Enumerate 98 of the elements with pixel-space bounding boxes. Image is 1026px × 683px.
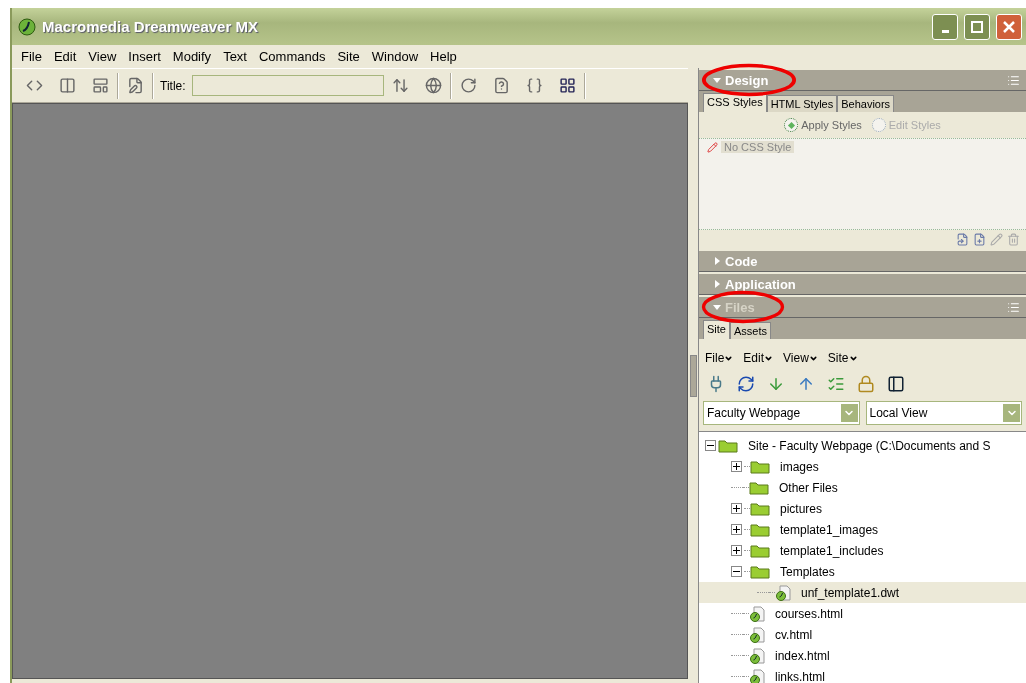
menu-item[interactable]: Window	[366, 49, 426, 64]
files-menu[interactable]: Edit	[743, 351, 774, 365]
expand-icon[interactable]	[731, 461, 742, 472]
tree-item[interactable]: unf_template1.dwt	[699, 582, 1026, 603]
expanded-arrow-icon[interactable]	[713, 303, 721, 311]
tree-item-label: Site - Faculty Webpage (C:\Documents and S	[748, 438, 991, 453]
folder-icon	[750, 543, 770, 558]
menu-item[interactable]: Text	[218, 49, 254, 64]
tree-item-label: links.html	[775, 669, 825, 683]
attach-style-icon[interactable]	[956, 233, 969, 246]
radio-option[interactable]: Apply Styles	[784, 118, 862, 132]
menu-item[interactable]: Commands	[253, 49, 333, 64]
view-select[interactable]: Local View	[865, 401, 1022, 425]
minimize-icon	[941, 30, 949, 33]
tree-item[interactable]: Site - Faculty Webpage (C:\Documents and S	[699, 435, 1026, 456]
lock-icon[interactable]	[857, 375, 875, 393]
files-menu[interactable]: File	[705, 351, 734, 365]
document-icon	[749, 626, 765, 643]
tree-item[interactable]: template1_images	[699, 519, 1026, 540]
collapsed-arrow-icon[interactable]	[713, 280, 721, 288]
menu-item[interactable]: Insert	[123, 49, 168, 64]
menu-item[interactable]: File	[16, 49, 49, 64]
design-view-icon[interactable]	[92, 77, 109, 94]
tree-item-label: index.html	[775, 648, 830, 663]
tree-item-label: template1_images	[780, 522, 879, 537]
tree-item-label: template1_includes	[780, 543, 884, 558]
expanded-arrow-icon[interactable]	[713, 76, 721, 84]
menu-item[interactable]: Help	[425, 49, 464, 64]
view-options-icon[interactable]	[558, 77, 576, 94]
split-view-icon[interactable]	[59, 77, 76, 94]
folder-icon	[750, 501, 770, 516]
tree-item[interactable]: Templates	[699, 561, 1026, 582]
close-icon	[1003, 20, 1015, 33]
options-menu-icon[interactable]	[1007, 73, 1020, 87]
panel-tab[interactable]: Behaviors	[837, 95, 895, 112]
code-navigation-icon[interactable]	[525, 77, 543, 94]
tree-item[interactable]: images	[699, 456, 1026, 477]
folder-icon	[750, 459, 770, 474]
expand-icon[interactable]	[731, 545, 742, 556]
document-icon	[749, 605, 765, 622]
maximize-icon	[971, 20, 983, 33]
tree-item-label: Templates	[780, 564, 835, 579]
folder-icon	[718, 438, 738, 453]
put-icon[interactable]	[797, 375, 815, 393]
get-icon[interactable]	[767, 375, 785, 393]
splitter-handle[interactable]	[689, 354, 697, 397]
tree-item-label: unf_template1.dwt	[801, 585, 900, 600]
refresh-icon[interactable]	[459, 77, 477, 94]
expand-panel-icon[interactable]	[887, 375, 905, 393]
close-button[interactable]	[996, 13, 1022, 40]
tree-item[interactable]: Other Files	[699, 477, 1026, 498]
window-title: Macromedia Dreamweaver MX	[42, 18, 259, 35]
expand-icon[interactable]	[731, 524, 742, 535]
folder-icon	[750, 564, 770, 579]
edit-style-icon[interactable]	[990, 233, 1003, 246]
delete-icon[interactable]	[1007, 233, 1020, 246]
panel-title: Code	[725, 253, 758, 269]
tree-item-label: pictures	[780, 501, 823, 516]
tree-item[interactable]: index.html	[699, 645, 1026, 666]
menu-item[interactable]: Site	[332, 49, 367, 64]
document-icon	[775, 584, 791, 601]
file-transfer-icon[interactable]	[391, 77, 409, 94]
files-menu[interactable]: Site	[827, 351, 858, 365]
panel-title: Design	[725, 72, 769, 88]
new-style-icon[interactable]	[973, 233, 986, 246]
expand-icon[interactable]	[731, 503, 742, 514]
title-label: Title:	[160, 78, 186, 93]
document-icon	[749, 647, 765, 664]
tree-item[interactable]: pictures	[699, 498, 1026, 519]
collapsed-arrow-icon[interactable]	[713, 257, 721, 265]
folder-icon	[749, 480, 769, 495]
panel-tab[interactable]: Site	[703, 320, 730, 339]
options-menu-icon[interactable]	[1007, 300, 1020, 314]
tree-item[interactable]: courses.html	[699, 603, 1026, 624]
minimize-button[interactable]	[932, 13, 958, 40]
title-input-field[interactable]	[191, 75, 384, 96]
tree-item[interactable]: links.html	[699, 666, 1026, 683]
maximize-button[interactable]	[964, 13, 990, 40]
no-style-icon	[707, 141, 718, 153]
globe-icon[interactable]	[424, 77, 442, 94]
menu-item[interactable]: Modify	[167, 49, 219, 64]
collapse-icon[interactable]	[705, 440, 716, 451]
tree-item-label: cv.html	[775, 627, 813, 642]
tree-item-label: images	[780, 459, 819, 474]
menu-item[interactable]: View	[83, 49, 124, 64]
tree-item-label: courses.html	[775, 606, 844, 621]
collapse-icon[interactable]	[731, 566, 742, 577]
menu-item[interactable]: Edit	[48, 49, 84, 64]
panel-title: Application	[725, 276, 796, 292]
refresh-icon[interactable]	[737, 375, 755, 393]
folder-icon	[750, 522, 770, 537]
panel-tab[interactable]: HTML Styles	[766, 95, 838, 112]
site-select[interactable]: Faculty Webpage	[703, 401, 860, 425]
files-menu[interactable]: View	[783, 351, 818, 365]
tree-item[interactable]: cv.html	[699, 624, 1026, 645]
tree-item[interactable]: template1_includes	[699, 540, 1026, 561]
app-logo-icon	[18, 17, 36, 36]
tree-item-label: Other Files	[779, 480, 838, 495]
